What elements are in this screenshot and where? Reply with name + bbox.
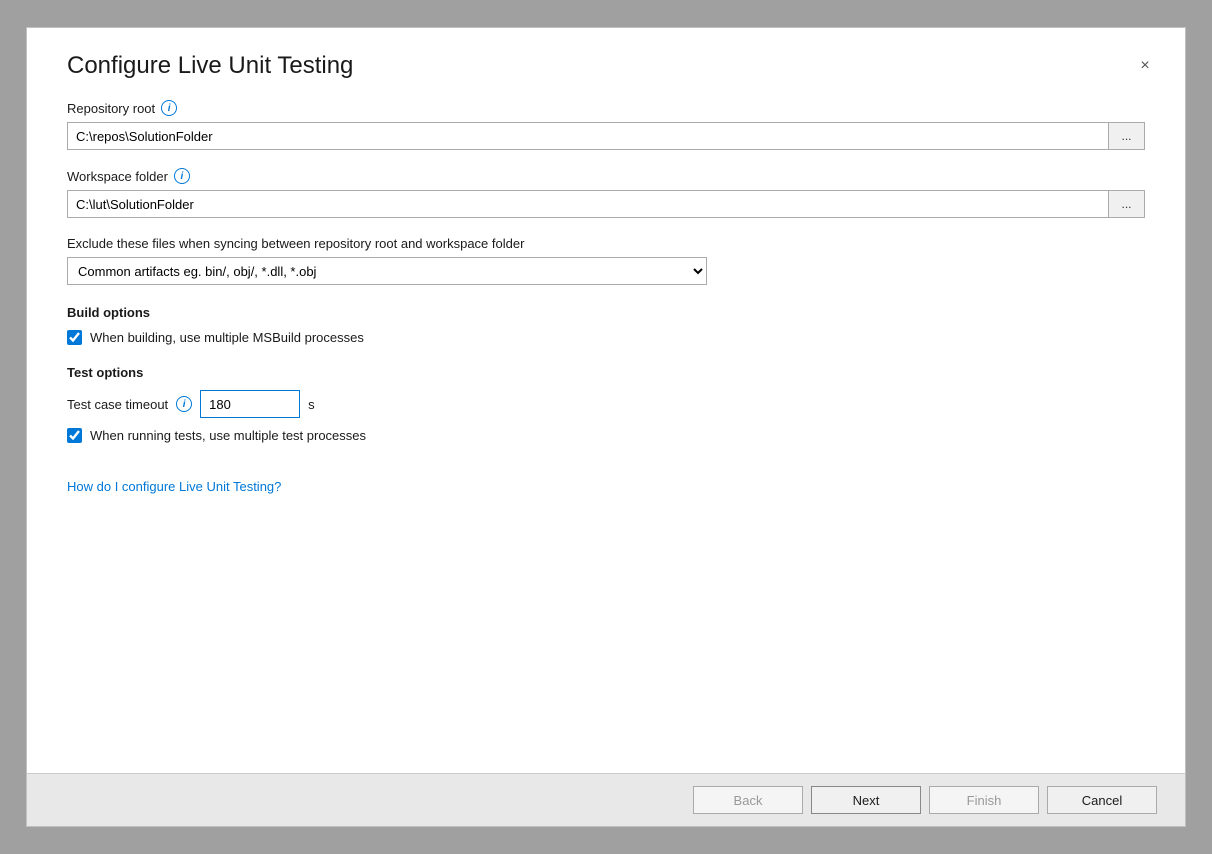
workspace-folder-info-icon[interactable]: i — [174, 168, 190, 184]
dialog-content: Repository root i ... Workspace folder i… — [27, 90, 1185, 773]
close-button[interactable]: × — [1133, 54, 1157, 78]
test-processes-checkbox-label[interactable]: When running tests, use multiple test pr… — [90, 428, 366, 443]
workspace-folder-input[interactable] — [67, 190, 1109, 218]
dialog-footer: Back Next Finish Cancel — [27, 773, 1185, 826]
repository-root-group: Repository root i ... — [67, 100, 1145, 150]
build-options-title: Build options — [67, 305, 1145, 320]
repository-root-info-icon[interactable]: i — [161, 100, 177, 116]
repository-root-label: Repository root i — [67, 100, 1145, 116]
cancel-button[interactable]: Cancel — [1047, 786, 1157, 814]
repository-root-input[interactable] — [67, 122, 1109, 150]
test-options-title: Test options — [67, 365, 1145, 380]
timeout-label: Test case timeout — [67, 397, 168, 412]
exclude-files-group: Exclude these files when syncing between… — [67, 236, 1145, 285]
timeout-row: Test case timeout i s — [67, 390, 1145, 418]
msbuild-checkbox-label[interactable]: When building, use multiple MSBuild proc… — [90, 330, 364, 345]
exclude-label: Exclude these files when syncing between… — [67, 236, 1145, 251]
exclude-dropdown[interactable]: Common artifacts eg. bin/, obj/, *.dll, … — [67, 257, 707, 285]
help-link[interactable]: How do I configure Live Unit Testing? — [67, 479, 281, 494]
timeout-input[interactable] — [200, 390, 300, 418]
dialog-header: Configure Live Unit Testing × — [27, 28, 1185, 90]
msbuild-checkbox[interactable] — [67, 330, 82, 345]
repository-root-input-row: ... — [67, 122, 1145, 150]
next-button[interactable]: Next — [811, 786, 921, 814]
repository-root-browse-button[interactable]: ... — [1109, 122, 1145, 150]
test-processes-checkbox[interactable] — [67, 428, 82, 443]
back-button[interactable]: Back — [693, 786, 803, 814]
timeout-unit: s — [308, 397, 315, 412]
configure-dialog: Configure Live Unit Testing × Repository… — [26, 27, 1186, 827]
msbuild-checkbox-row: When building, use multiple MSBuild proc… — [67, 330, 1145, 345]
repository-root-label-text: Repository root — [67, 101, 155, 116]
dialog-title: Configure Live Unit Testing — [67, 52, 353, 80]
finish-button[interactable]: Finish — [929, 786, 1039, 814]
workspace-folder-browse-button[interactable]: ... — [1109, 190, 1145, 218]
timeout-info-icon[interactable]: i — [176, 396, 192, 412]
test-processes-checkbox-row: When running tests, use multiple test pr… — [67, 428, 1145, 443]
workspace-folder-input-row: ... — [67, 190, 1145, 218]
workspace-folder-group: Workspace folder i ... — [67, 168, 1145, 218]
workspace-folder-label-text: Workspace folder — [67, 169, 168, 184]
exclude-dropdown-row: Common artifacts eg. bin/, obj/, *.dll, … — [67, 257, 1145, 285]
workspace-folder-label: Workspace folder i — [67, 168, 1145, 184]
